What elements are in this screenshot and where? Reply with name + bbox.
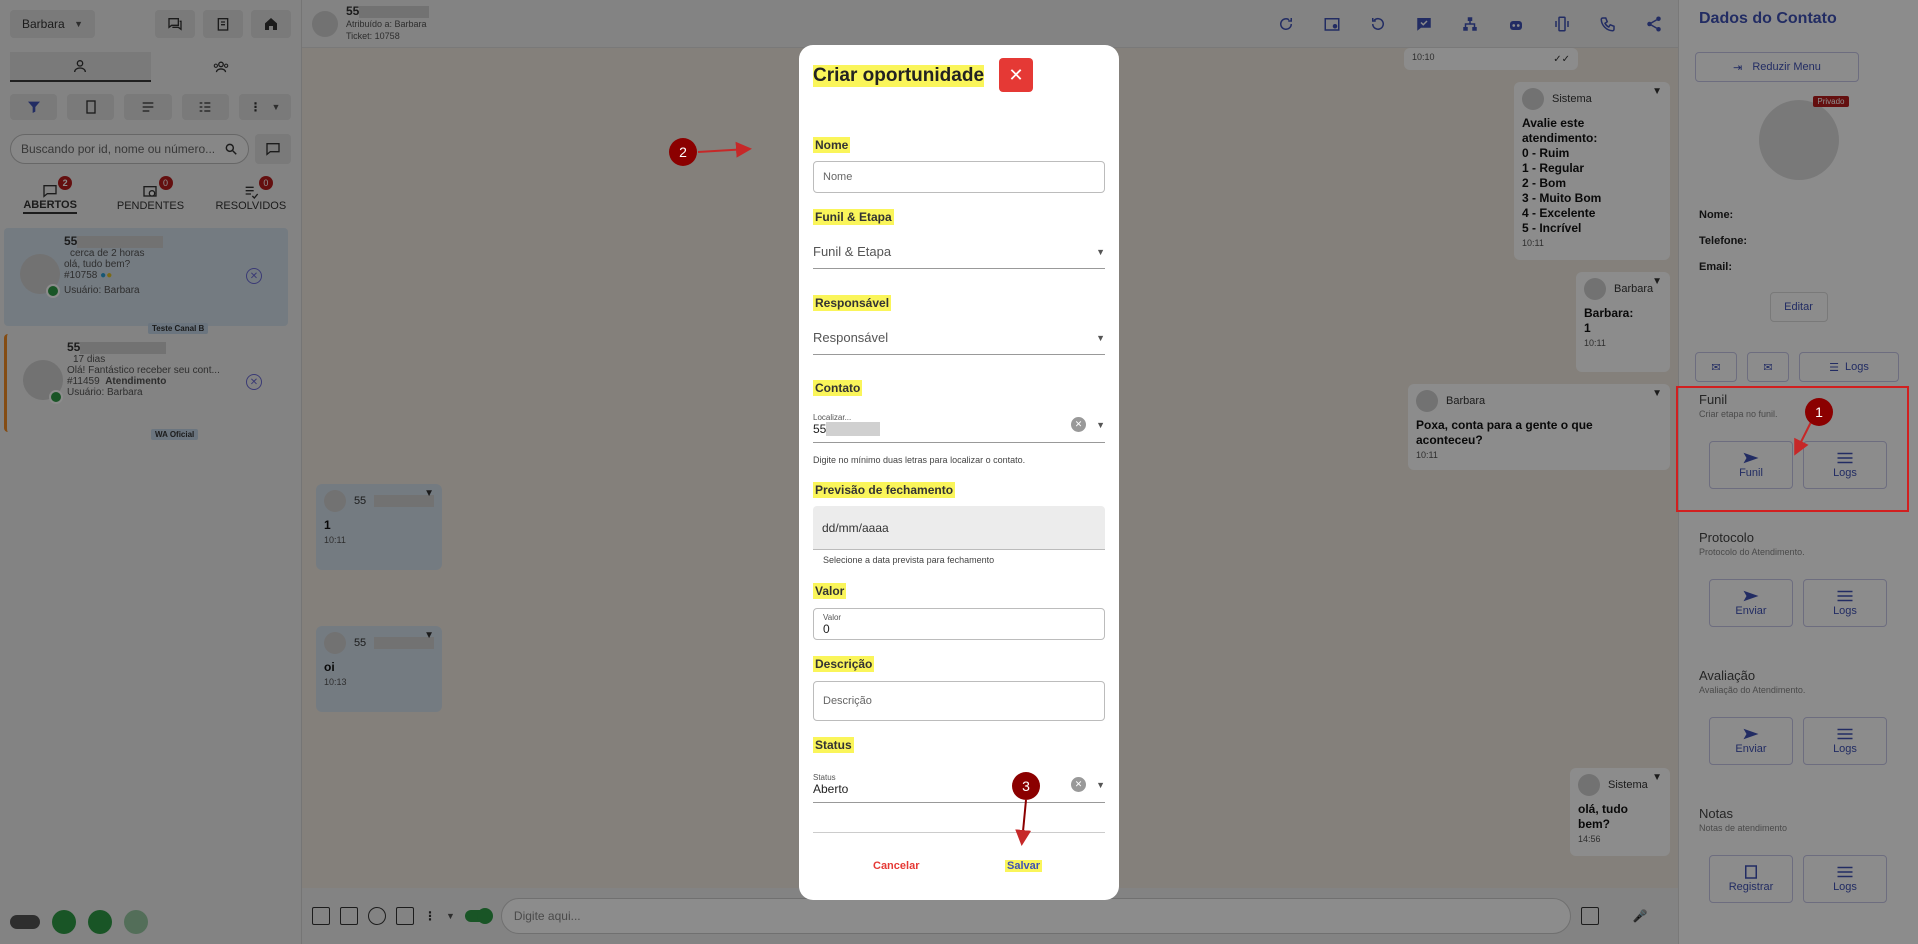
- chevron-down-icon[interactable]: ▼: [1096, 780, 1105, 790]
- contact-small-label: Localizar...: [813, 412, 852, 422]
- annotation-highlight-box: [1676, 386, 1909, 512]
- modal-title: Criar oportunidade: [813, 65, 985, 87]
- name-placeholder: Nome: [823, 171, 853, 183]
- chevron-down-icon[interactable]: ▼: [1096, 420, 1105, 430]
- responsible-select-value: Responsável: [813, 330, 889, 345]
- closing-forecast-label: Previsão de fechamento: [813, 482, 956, 498]
- status-small-label: Status: [813, 773, 836, 782]
- chevron-down-icon: ▼: [1096, 246, 1105, 257]
- contact-label: Contato: [813, 380, 863, 396]
- responsible-label: Responsável: [813, 295, 892, 311]
- value-small-label: Valor: [823, 612, 842, 622]
- value-input[interactable]: Valor 0: [813, 608, 1105, 640]
- contact-autocomplete[interactable]: Localizar... 55 ✕ ▼: [813, 407, 1105, 443]
- value-label: Valor: [813, 583, 847, 599]
- funnel-select[interactable]: Funil & Etapa ▼: [813, 235, 1105, 269]
- close-modal-button[interactable]: ✕: [999, 58, 1033, 92]
- description-input[interactable]: Descrição: [813, 681, 1105, 721]
- closing-date-input[interactable]: dd/mm/aaaa: [813, 506, 1105, 550]
- value-value: 0: [823, 621, 830, 636]
- closing-date-helper: Selecione a data prevista para fechament…: [823, 555, 995, 565]
- contact-value: 55: [813, 421, 827, 436]
- cancel-button[interactable]: Cancelar: [873, 860, 919, 872]
- responsible-select[interactable]: Responsável ▼: [813, 321, 1105, 355]
- description-placeholder: Descrição: [823, 695, 872, 707]
- closing-date-value: dd/mm/aaaa: [822, 520, 889, 535]
- clear-icon[interactable]: ✕: [1071, 417, 1087, 432]
- clear-icon[interactable]: ✕: [1071, 777, 1087, 792]
- name-input[interactable]: Nome: [813, 161, 1105, 193]
- funnel-label: Funil & Etapa: [813, 209, 894, 225]
- step-marker-1: 1: [1805, 398, 1833, 426]
- step-marker-2: 2: [669, 138, 697, 166]
- step-marker-3: 3: [1012, 772, 1040, 800]
- status-select[interactable]: Status Aberto ✕ ▼: [813, 767, 1105, 803]
- contact-helper: Digite no mínimo duas letras para locali…: [813, 455, 1026, 465]
- description-label: Descrição: [813, 656, 875, 672]
- name-label: Nome: [813, 137, 851, 153]
- status-value: Aberto: [813, 782, 849, 796]
- close-icon: ✕: [1008, 64, 1024, 85]
- save-button[interactable]: Salvar: [1005, 860, 1043, 872]
- create-opportunity-modal: Criar oportunidade ✕ Nome Nome Funil & E…: [799, 45, 1119, 900]
- funnel-select-value: Funil & Etapa: [813, 244, 892, 259]
- chevron-down-icon: ▼: [1096, 332, 1105, 343]
- status-label: Status: [813, 737, 854, 753]
- modal-footer-divider: [813, 832, 1105, 833]
